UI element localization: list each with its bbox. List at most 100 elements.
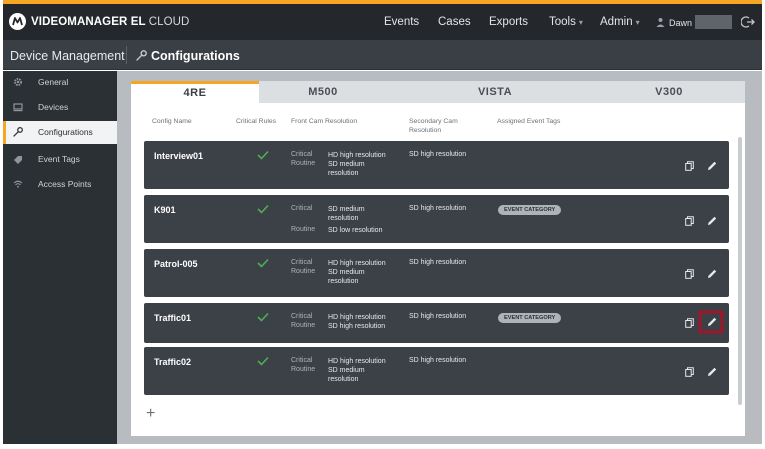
sidebar-item-label: General — [38, 77, 69, 87]
copy-icon[interactable] — [685, 367, 694, 377]
secondary-resolution: SD high resolution — [409, 259, 467, 266]
nav-events-label: Events — [384, 16, 420, 28]
routine-resolution: SD medium resolution — [328, 161, 365, 177]
tag-icon — [14, 156, 22, 164]
chevron-down-icon: ▾ — [578, 18, 583, 27]
top-nav-bar: VIDEOMANAGER EL CLOUD Events Cases Expor… — [3, 4, 762, 40]
config-name[interactable]: Traffic02 — [154, 357, 191, 367]
secondary-resolution: SD high resolution — [409, 357, 467, 364]
tab-v300[interactable]: V300 — [609, 81, 729, 103]
wrench-icon — [13, 127, 23, 137]
motorola-logo-icon[interactable] — [9, 13, 26, 30]
secondary-resolution: SD high resolution — [409, 205, 467, 212]
critical-resolution: SD medium resolution — [328, 206, 365, 222]
check-icon — [257, 150, 269, 160]
nav-cases[interactable]: Cases — [438, 16, 471, 28]
config-name[interactable]: K901 — [154, 205, 176, 215]
sidebar-item-access-points[interactable]: Access Points — [3, 173, 117, 196]
user-name-redacted — [695, 15, 732, 29]
secondary-resolution: SD high resolution — [409, 151, 467, 158]
critical-label: Critical — [291, 205, 313, 212]
app-window: VIDEOMANAGER EL CLOUD Events Cases Expor… — [0, 0, 765, 449]
nav-exports-label: Exports — [489, 16, 528, 28]
critical-label: Critical — [291, 357, 313, 364]
routine-resolution: SD medium resolution — [328, 367, 365, 383]
nav-admin[interactable]: Admin ▾ — [600, 16, 640, 28]
routine-label: Routine — [291, 322, 316, 329]
routine-label: Routine — [291, 268, 316, 275]
scrollbar[interactable] — [738, 137, 742, 405]
column-header-config-name: Config Name — [152, 118, 192, 125]
check-icon — [257, 356, 269, 366]
nav-tools-label: Tools — [549, 16, 576, 28]
nav-admin-label: Admin — [600, 16, 633, 28]
sidebar-item-configurations[interactable]: Configurations — [3, 121, 117, 144]
config-name[interactable]: Interview01 — [154, 151, 203, 161]
event-tag-badge: EVENT CATEGORY — [498, 205, 562, 215]
critical-label: Critical — [291, 259, 313, 266]
app-brand[interactable]: VIDEOMANAGER EL CLOUD — [31, 16, 189, 28]
table-row[interactable]: Patrol-005 Critical HD high resolution R… — [144, 249, 729, 297]
sidebar-item-devices[interactable]: Devices — [3, 96, 117, 119]
chevron-down-icon: ▾ — [635, 18, 640, 27]
divider — [126, 46, 127, 64]
nav-exports[interactable]: Exports — [489, 16, 528, 28]
column-header-secondary-cam: Secondary Cam Resolution — [409, 118, 458, 134]
tab-4re[interactable]: 4RE — [131, 81, 259, 103]
column-header-event-tags: Assigned Event Tags — [497, 118, 561, 125]
main-content: 4RE M500 VISTA V300 Config Name Critical… — [117, 71, 762, 444]
config-name[interactable]: Patrol-005 — [154, 259, 198, 269]
sidebar: General Devices Configurations Event Tag… — [3, 71, 117, 444]
table-row[interactable]: Interview01 Critical HD high resolution … — [144, 141, 729, 189]
check-icon — [257, 204, 269, 214]
check-icon — [257, 312, 269, 322]
table-row[interactable]: Traffic01 Critical HD high resolution Ro… — [144, 303, 729, 343]
secondary-resolution: SD high resolution — [409, 313, 467, 320]
sidebar-item-label: Event Tags — [38, 154, 80, 164]
sidebar-item-event-tags[interactable]: Event Tags — [3, 148, 117, 171]
routine-label: Routine — [291, 226, 316, 233]
copy-icon[interactable] — [685, 161, 694, 171]
config-name[interactable]: Traffic01 — [154, 313, 191, 323]
gear-icon — [14, 78, 22, 86]
critical-resolution: HD high resolution — [328, 314, 386, 321]
edit-icon[interactable] — [706, 366, 718, 378]
page-title: Configurations — [151, 49, 240, 63]
edit-icon[interactable] — [706, 316, 718, 328]
nav-tools[interactable]: Tools ▾ — [549, 16, 583, 28]
nav-cases-label: Cases — [438, 16, 471, 28]
routine-resolution: SD high resolution — [328, 323, 386, 330]
nav-events[interactable]: Events — [384, 16, 419, 28]
edit-icon[interactable] — [706, 215, 718, 227]
critical-label: Critical — [291, 151, 313, 158]
routine-resolution: SD medium resolution — [328, 269, 365, 285]
wifi-icon — [13, 180, 23, 188]
tab-m500[interactable]: M500 — [259, 81, 387, 103]
sidebar-item-label: Configurations — [38, 127, 93, 137]
critical-resolution: HD high resolution — [328, 260, 386, 267]
copy-icon[interactable] — [685, 216, 694, 226]
critical-label: Critical — [291, 313, 313, 320]
event-tag-badge: EVENT CATEGORY — [498, 313, 562, 323]
add-config-button[interactable]: + — [146, 406, 155, 422]
section-title: Device Management — [10, 49, 125, 63]
user-icon — [656, 18, 665, 27]
tab-vista[interactable]: VISTA — [435, 81, 555, 103]
table-row[interactable]: K901 Critical SD medium resolution Routi… — [144, 195, 729, 243]
copy-icon[interactable] — [685, 318, 694, 328]
config-panel: 4RE M500 VISTA V300 Config Name Critical… — [131, 81, 745, 436]
edit-icon[interactable] — [706, 160, 718, 172]
logout-icon[interactable] — [741, 15, 755, 29]
user-name[interactable]: Dawn — [669, 18, 692, 28]
column-header-front-cam: Front Cam Resolution — [291, 118, 358, 125]
table-row[interactable]: Traffic02 Critical HD high resolution Ro… — [144, 347, 729, 395]
critical-resolution: HD high resolution — [328, 358, 386, 365]
copy-icon[interactable] — [685, 269, 694, 279]
routine-label: Routine — [291, 160, 316, 167]
sidebar-item-general[interactable]: General — [3, 71, 117, 94]
wrench-icon — [136, 50, 147, 61]
routine-label: Routine — [291, 366, 316, 373]
routine-resolution: SD low resolution — [328, 227, 383, 234]
edit-icon[interactable] — [706, 268, 718, 280]
sidebar-item-label: Access Points — [38, 179, 92, 189]
